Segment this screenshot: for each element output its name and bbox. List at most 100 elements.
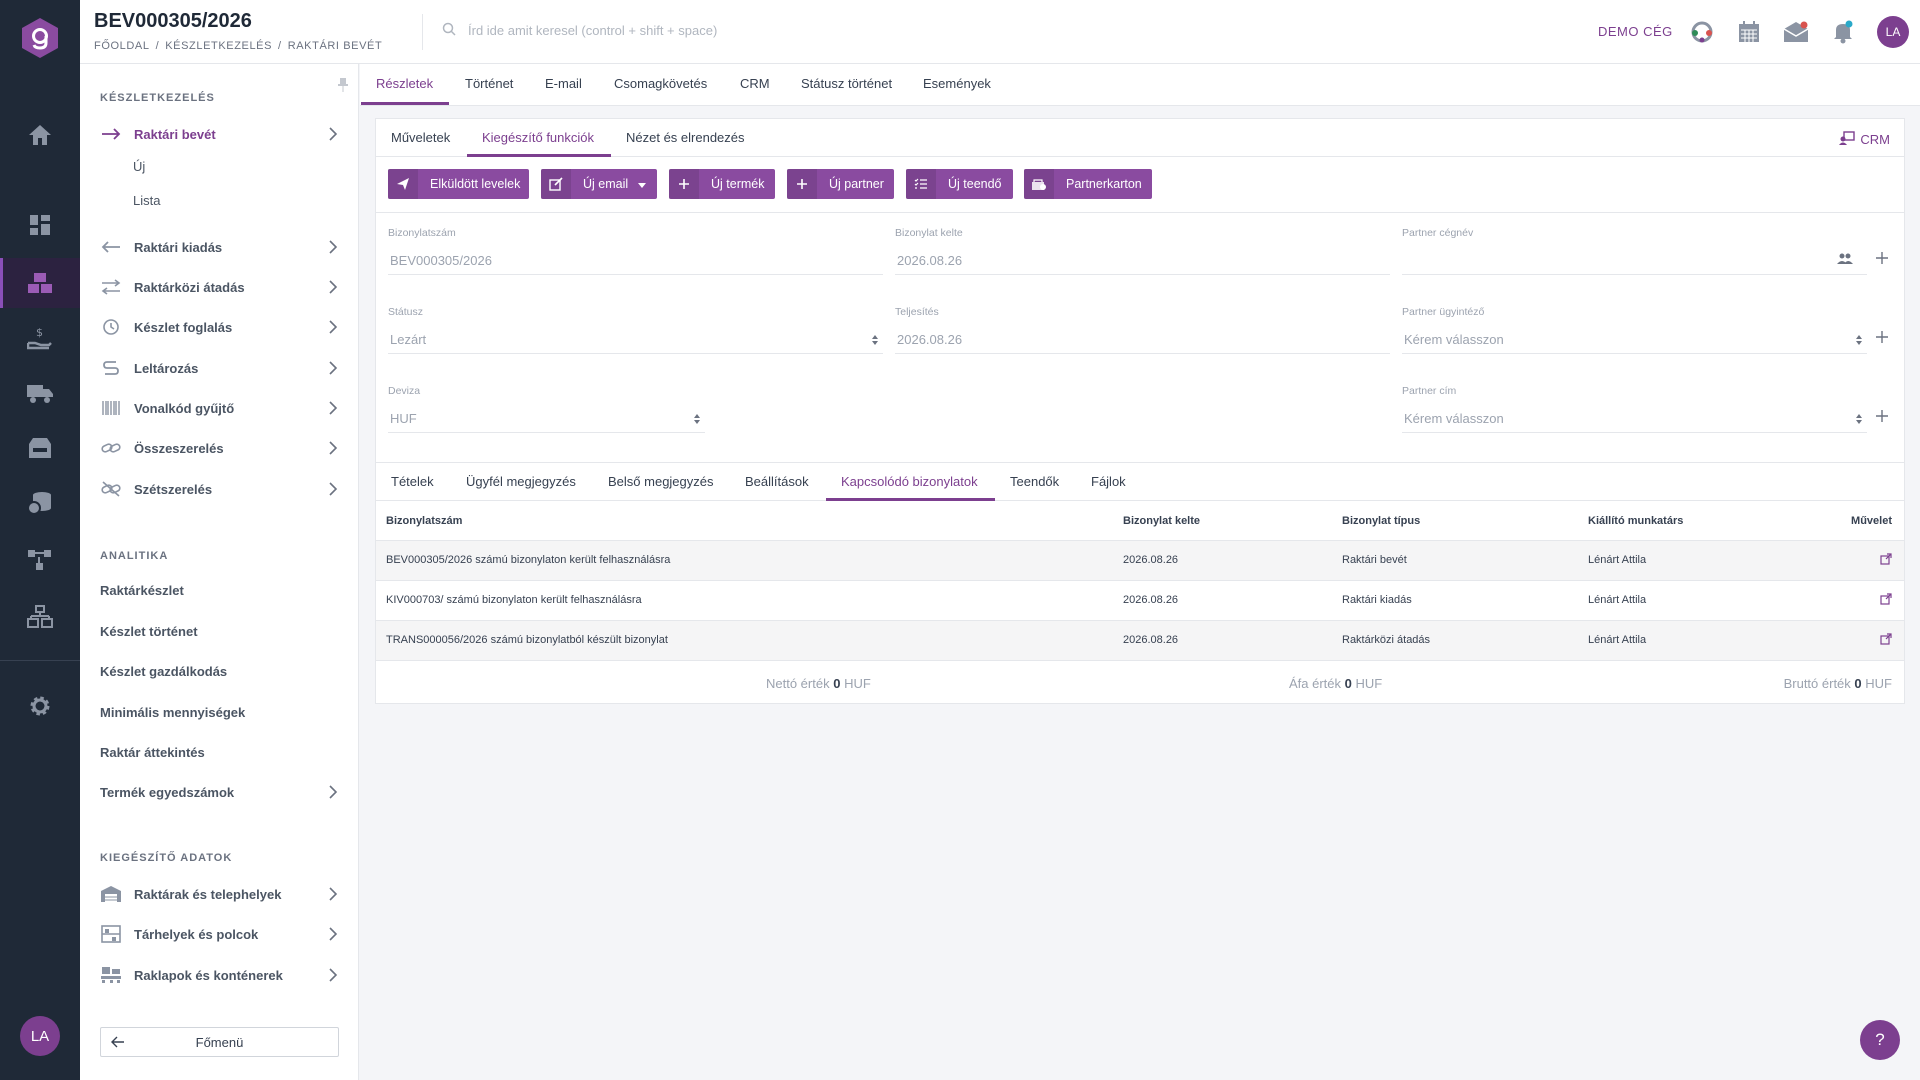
delivery-icon[interactable] — [25, 378, 55, 408]
partner-address-select[interactable]: Kérem válasszon — [1402, 405, 1867, 433]
link-icon — [100, 439, 122, 457]
tab-fajlok[interactable]: Fájlok — [1091, 474, 1126, 489]
tab-teendok[interactable]: Teendők — [1010, 474, 1059, 489]
sidebar-item-raktari-bevet[interactable]: Raktári bevét — [100, 119, 340, 149]
chevron-right-icon — [328, 401, 340, 415]
column-header[interactable]: Bizonylatszám — [376, 502, 1113, 541]
user-avatar[interactable]: LA — [20, 1016, 60, 1056]
column-header[interactable]: Kiállító munkatárs — [1578, 502, 1798, 541]
external-link-icon[interactable] — [1880, 632, 1892, 648]
app-logo[interactable] — [20, 17, 60, 59]
dashboard-icon[interactable] — [25, 210, 55, 240]
organization-icon[interactable] — [25, 602, 55, 632]
add-address-icon[interactable] — [1875, 409, 1889, 423]
new-task-button[interactable]: Új teendő — [906, 169, 1013, 199]
people-icon[interactable] — [1837, 253, 1853, 268]
tab-tortenet[interactable]: Történet — [465, 76, 513, 91]
breadcrumb-inventory[interactable]: KÉSZLETKEZELÉS — [165, 40, 272, 52]
cell-doc-date: 2026.08.26 — [1113, 540, 1332, 581]
sidebar-item-raktarkozi-atadas[interactable]: Raktárközi átadás — [100, 272, 340, 302]
sent-letters-button[interactable]: Elküldött levelek — [388, 169, 529, 199]
tab-belso-megjegyzes[interactable]: Belső megjegyzés — [608, 474, 714, 489]
mail-icon[interactable] — [1782, 18, 1810, 46]
notification-bell-icon[interactable] — [1829, 18, 1857, 46]
arrow-right-icon — [100, 125, 122, 143]
settings-icon[interactable] — [25, 691, 55, 721]
table-row[interactable]: KIV000703/ számú bizonylaton került felh… — [376, 580, 1904, 621]
add-agent-icon[interactable] — [1875, 330, 1889, 344]
sidebar-item-osszeszereles[interactable]: Összeszerelés — [100, 433, 340, 463]
external-link-icon[interactable] — [1880, 592, 1892, 608]
sidebar-item-termek-egyedszamok[interactable]: Termék egyedszámok — [100, 777, 340, 807]
subtab-muveletek[interactable]: Műveletek — [391, 130, 450, 145]
sidebar-item-leltarozas[interactable]: Leltározás — [100, 353, 340, 383]
partner-name-value[interactable] — [1402, 247, 1867, 275]
sidebar-item-raklapok[interactable]: Raklapok és konténerek — [100, 960, 340, 990]
database-icon[interactable] — [25, 488, 55, 518]
subtab-nezet-es-elrendezes[interactable]: Nézet és elrendezés — [626, 130, 745, 145]
external-link-icon[interactable] — [1880, 552, 1892, 568]
warehouse-icon[interactable] — [25, 433, 55, 463]
gross-total-value: 0 — [1854, 676, 1862, 691]
sidebar-item-keszlet-tortenet[interactable]: Készlet történet — [100, 624, 198, 639]
sidebar-subitem-uj[interactable]: Új — [133, 159, 145, 174]
new-product-button[interactable]: Új termék — [669, 169, 775, 199]
new-partner-button[interactable]: Új partner — [787, 169, 894, 199]
tab-crm[interactable]: CRM — [740, 76, 770, 91]
fulfillment-value[interactable]: 2026.08.26 — [895, 326, 1390, 354]
help-button[interactable]: ? — [1860, 1020, 1900, 1060]
crm-link[interactable]: CRM — [1839, 131, 1890, 148]
tab-beallitasok[interactable]: Beállítások — [745, 474, 809, 489]
sidebar-item-tarhelyek[interactable]: Tárhelyek és polcok — [100, 919, 340, 949]
sidebar-item-keszlet-gazdalkodas[interactable]: Készlet gazdálkodás — [100, 664, 227, 679]
currency-select[interactable]: HUF — [388, 405, 705, 433]
search-input[interactable] — [468, 23, 868, 38]
new-email-button[interactable]: Új email — [541, 169, 657, 199]
sidebar-item-raktarkeszlet[interactable]: Raktárkészlet — [100, 583, 184, 598]
doc-number-value[interactable]: BEV000305/2026 — [388, 247, 883, 275]
workflow-icon[interactable] — [25, 545, 55, 575]
partner-agent-select[interactable]: Kérem válasszon — [1402, 326, 1867, 354]
related-documents-table: Bizonylatszám Bizonylat kelte Bizonylat … — [376, 502, 1904, 661]
subtab-kiegeszito-funkciok[interactable]: Kiegészítő funkciók — [482, 130, 594, 145]
inventory-icon[interactable] — [25, 268, 55, 298]
sidebar-subitem-lista[interactable]: Lista — [133, 193, 160, 208]
sidebar-item-vonalkod-gyujto[interactable]: Vonalkód gyűjtő — [100, 393, 340, 423]
column-header[interactable]: Bizonylat kelte — [1113, 502, 1332, 541]
home-icon[interactable] — [25, 120, 55, 150]
tab-email[interactable]: E-mail — [545, 76, 582, 91]
cell-issuer: Lénárt Attila — [1578, 540, 1798, 581]
cell-action — [1798, 540, 1904, 581]
sidebar-item-raktari-kiadas[interactable]: Raktári kiadás — [100, 232, 340, 262]
support-icon[interactable] — [1688, 18, 1716, 46]
tab-kapcsolodo-bizonylatok[interactable]: Kapcsolódó bizonylatok — [841, 474, 978, 489]
tab-esemenyek[interactable]: Események — [923, 76, 991, 91]
doc-date-value[interactable]: 2026.08.26 — [895, 247, 1390, 275]
company-name[interactable]: DEMO CÉG — [1598, 24, 1673, 39]
rail-active-indicator — [0, 258, 3, 308]
partner-card-button[interactable]: Partnerkarton — [1024, 169, 1152, 199]
tab-tetelek[interactable]: Tételek — [391, 474, 434, 489]
sidebar-item-raktarak[interactable]: Raktárak és telephelyek — [100, 879, 340, 909]
sidebar-item-szetszereles[interactable]: Szétszerelés — [100, 474, 340, 504]
tab-statusz-tortenet[interactable]: Státusz történet — [801, 76, 892, 91]
header-user-avatar[interactable]: LA — [1877, 16, 1909, 48]
tab-ugyfel-megjegyzes[interactable]: Ügyfél megjegyzés — [466, 474, 576, 489]
breadcrumb-home[interactable]: FŐOLDAL — [94, 40, 150, 52]
sub-tabs: Műveletek Kiegészítő funkciók Nézet és e… — [376, 119, 1904, 157]
table-row[interactable]: BEV000305/2026 számú bizonylaton került … — [376, 540, 1904, 581]
calendar-icon[interactable] — [1735, 18, 1763, 46]
sidebar-item-keszlet-foglalas[interactable]: Készlet foglalás — [100, 312, 340, 342]
sidebar-item-minimalis-mennyisegek[interactable]: Minimális mennyiségek — [100, 705, 245, 720]
sidebar-item-raktar-attekintes[interactable]: Raktár áttekintés — [100, 745, 205, 760]
table-row[interactable]: TRANS000056/2026 számú bizonylatból kész… — [376, 620, 1904, 661]
column-header[interactable]: Bizonylat típus — [1332, 502, 1578, 541]
add-partner-icon[interactable] — [1875, 251, 1889, 265]
pin-icon[interactable] — [338, 78, 348, 92]
main-menu-button[interactable]: Főmenü — [100, 1027, 339, 1057]
finance-icon[interactable]: $ — [25, 323, 55, 353]
status-label: Státusz — [388, 306, 424, 318]
tab-reszletek[interactable]: Részletek — [376, 76, 433, 91]
status-select[interactable]: Lezárt — [388, 326, 883, 354]
tab-csomagkovetes[interactable]: Csomagkövetés — [614, 76, 707, 91]
